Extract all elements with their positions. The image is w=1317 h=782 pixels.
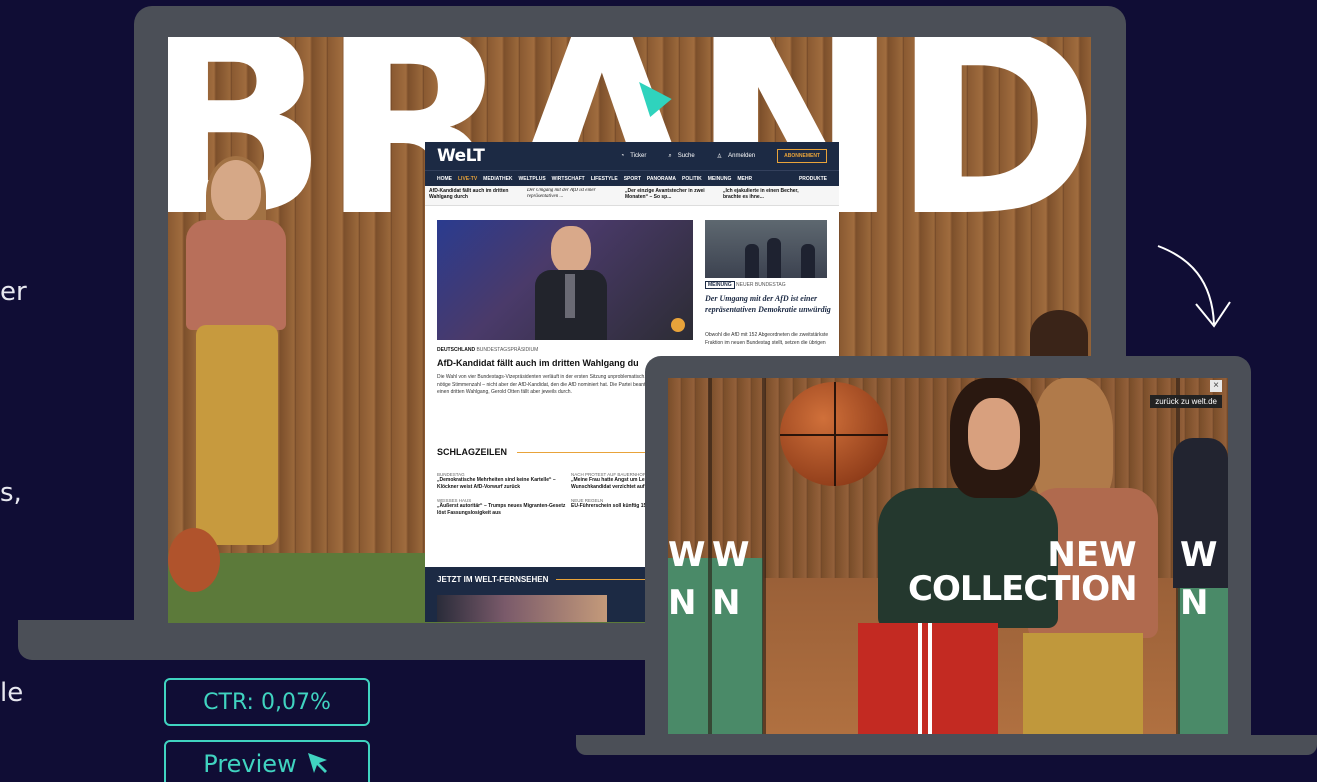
welt-logo[interactable]: WeLT [437,146,485,166]
news-item[interactable]: WEISSES HAUS „Äußerst autoritär“ – Trump… [437,498,567,516]
ticker-item[interactable]: „Der einzige Avantstecher in zwei Monate… [625,188,713,203]
search-link[interactable]: ⌕ Suche [668,153,694,160]
ad-headline: NEW COLLECTION [908,535,1138,609]
news-ticker: AfD-Kandidat fällt auch im dritten Wahlg… [425,186,839,206]
side-article-image[interactable] [705,220,827,278]
nav-sport[interactable]: SPORT [624,176,641,182]
close-icon[interactable]: × [1210,380,1222,392]
nav-panorama[interactable]: PANORAMA [647,176,676,182]
cursor-arrow-icon [307,753,327,773]
left-text-fragment-2: s, [0,478,22,508]
basketball-left [168,528,220,592]
preview-button[interactable]: Preview [164,740,370,782]
opinion-badge: MEINUNG [705,281,735,289]
ad-overlay-screen[interactable]: W N W N W N NEW COLLECTION × zurück zu w… [668,378,1228,734]
welt-nav: HOME LIVE-TV MEDIATHEK WELTPLUS WIRTSCHA… [425,170,839,186]
ctr-badge: CTR: 0,07% [164,678,370,726]
nav-mehr[interactable]: MEHR [737,176,752,182]
nav-home[interactable]: HOME [437,176,452,182]
preview-label: Preview [203,750,297,778]
main-article-kicker: DEUTSCHLAND BUNDESTAGSPRÄSIDIUM [437,347,539,353]
ticker-icon: ◔ [620,153,625,159]
model-left [186,156,296,560]
headline-fragment: N [1180,583,1209,623]
nav-wirtschaft[interactable]: WIRTSCHAFT [552,176,585,182]
side-article-title[interactable]: Der Umgang mit der AfD ist einer repräse… [705,294,831,316]
ticker-link[interactable]: ◔ Ticker [621,153,647,159]
ticker-item[interactable]: Der Umgang mit der AfD ist einer repräse… [527,188,615,203]
nav-produkte[interactable]: PRODUKTE [799,176,827,182]
nav-live-tv[interactable]: LIVE-TV [458,176,477,182]
side-article-text: Obwohl die AfD mit 152 Abgeordneten die … [705,332,829,346]
user-icon: ♙ [716,153,723,160]
basketball-icon [780,382,888,486]
tv-thumbnail[interactable] [437,595,607,622]
left-text-fragment-1: er [0,277,27,307]
nav-meinung[interactable]: MEINUNG [708,176,732,182]
headline-fragment: W [712,535,750,575]
news-item[interactable]: BUNDESTAG „Demokratische Mehrheiten sind… [437,472,567,490]
headline-fragment: N [668,583,697,623]
play-icon[interactable] [671,318,685,332]
arrow-down-icon [1157,245,1231,328]
ticker-item[interactable]: AfD-Kandidat fällt auch im dritten Wahlg… [429,188,517,203]
nav-lifestyle[interactable]: LIFESTYLE [591,176,618,182]
side-article-kicker: MEINUNG NEUER BUNDESTAG [705,281,786,289]
headline-fragment: N [712,583,741,623]
nav-mediathek[interactable]: MEDIATHEK [483,176,512,182]
ticker-item[interactable]: „Ich ejakulierte in einen Becher, bracht… [723,188,811,203]
laptop-base-overlay [576,735,1317,755]
back-to-welt-link[interactable]: zurück zu welt.de [1150,395,1222,408]
nav-politik[interactable]: POLITIK [682,176,702,182]
main-article-image[interactable] [437,220,693,340]
headline-fragment: W [1180,535,1218,575]
left-text-fragment-3: le [0,678,24,708]
model-right-partial [1030,310,1088,360]
subscribe-button[interactable]: ABONNEMENT [777,149,827,163]
search-icon: ⌕ [668,152,672,159]
nav-weltplus[interactable]: WELTPLUS [519,176,546,182]
login-link[interactable]: ♙ Anmelden [717,153,755,160]
headline-fragment: W [668,535,706,575]
welt-header: WeLT ◔ Ticker ⌕ Suche ♙ Anmelden ABONNEMENT [425,142,839,170]
